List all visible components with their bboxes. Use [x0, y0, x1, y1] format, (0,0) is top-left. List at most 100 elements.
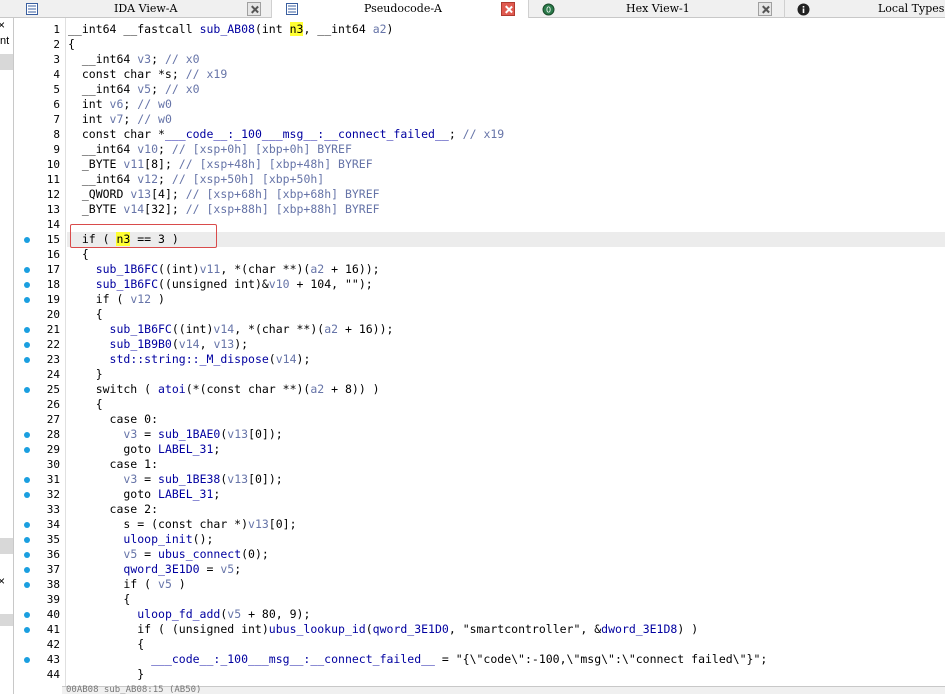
gutter-line[interactable]: 42 — [14, 637, 66, 652]
code-line[interactable]: goto LABEL_31; — [67, 487, 945, 502]
code-line[interactable]: int v6; // w0 — [67, 97, 945, 112]
code-line[interactable]: v5 = ubus_connect(0); — [67, 547, 945, 562]
gutter-line[interactable]: 44 — [14, 667, 66, 682]
gutter-line[interactable]: 15 — [14, 232, 66, 247]
breakpoint-dot-icon[interactable] — [24, 446, 30, 453]
tab-hex-view[interactable]: 0 Hex View-1 — [529, 0, 785, 18]
breakpoint-dot-icon[interactable] — [24, 296, 30, 303]
breakpoint-dot-icon[interactable] — [24, 431, 30, 438]
code-line[interactable]: __int64 __fastcall sub_AB08(int n3, __in… — [67, 22, 945, 37]
gutter-line[interactable]: 9 — [14, 142, 66, 157]
panel-row[interactable] — [0, 614, 13, 626]
panel-row[interactable] — [0, 54, 13, 70]
gutter-line[interactable]: 21 — [14, 322, 66, 337]
code-line[interactable]: { — [67, 592, 945, 607]
gutter-line[interactable]: 29 — [14, 442, 66, 457]
breakpoint-dot-icon[interactable] — [24, 491, 30, 498]
gutter-line[interactable]: 1 — [14, 22, 66, 37]
breakpoint-dot-icon[interactable] — [24, 566, 30, 573]
gutter-line[interactable]: 43 — [14, 652, 66, 667]
code-line[interactable]: _BYTE v14[32]; // [xsp+88h] [xbp+88h] BY… — [67, 202, 945, 217]
gutter-line[interactable]: 33 — [14, 502, 66, 517]
gutter-line[interactable]: 30 — [14, 457, 66, 472]
gutter-line[interactable]: 10 — [14, 157, 66, 172]
breakpoint-dot-icon[interactable] — [24, 236, 30, 243]
breakpoint-dot-icon[interactable] — [24, 626, 30, 633]
code-line[interactable]: __int64 v12; // [xsp+50h] [xbp+50h] — [67, 172, 945, 187]
code-line[interactable]: ___code__:_100___msg__:__connect_failed_… — [67, 652, 945, 667]
breakpoint-dot-icon[interactable] — [24, 656, 30, 663]
gutter-line[interactable]: 34 — [14, 517, 66, 532]
code-line[interactable]: if ( v12 ) — [67, 292, 945, 307]
code-line[interactable]: uloop_fd_add(v5 + 80, 9); — [67, 607, 945, 622]
gutter-line[interactable]: 2 — [14, 37, 66, 52]
code-line[interactable]: sub_1B6FC((unsigned int)&v10 + 104, ""); — [67, 277, 945, 292]
gutter-line[interactable]: 27 — [14, 412, 66, 427]
breakpoint-dot-icon[interactable] — [24, 386, 30, 393]
code-line[interactable]: std::string::_M_dispose(v14); — [67, 352, 945, 367]
breakpoint-dot-icon[interactable] — [24, 341, 30, 348]
gutter-line[interactable]: 4 — [14, 67, 66, 82]
gutter-line[interactable]: 39 — [14, 592, 66, 607]
code-line[interactable]: } — [67, 667, 945, 682]
gutter-line[interactable]: 20 — [14, 307, 66, 322]
gutter-line[interactable]: 38 — [14, 577, 66, 592]
code-line[interactable]: goto LABEL_31; — [67, 442, 945, 457]
code-line[interactable]: sub_1B6FC((int)v14, *(char **)(a2 + 16))… — [67, 322, 945, 337]
gutter-line[interactable]: 26 — [14, 397, 66, 412]
code-line[interactable]: v3 = sub_1BE38(v13[0]); — [67, 472, 945, 487]
gutter-line[interactable]: 40 — [14, 607, 66, 622]
breakpoint-dot-icon[interactable] — [24, 356, 30, 363]
gutter-line[interactable]: 24 — [14, 367, 66, 382]
close-icon[interactable]: × — [0, 574, 5, 588]
gutter-line[interactable]: 36 — [14, 547, 66, 562]
code-line[interactable]: _BYTE v11[8]; // [xsp+48h] [xbp+48h] BYR… — [67, 157, 945, 172]
gutter-line[interactable]: 11 — [14, 172, 66, 187]
gutter-line[interactable]: 7 — [14, 112, 66, 127]
code-line[interactable]: uloop_init(); — [67, 532, 945, 547]
gutter-line[interactable]: 37 — [14, 562, 66, 577]
code-line[interactable]: __int64 v5; // x0 — [67, 82, 945, 97]
gutter-line[interactable]: 32 — [14, 487, 66, 502]
code-line[interactable]: sub_1B6FC((int)v11, *(char **)(a2 + 16))… — [67, 262, 945, 277]
code-line[interactable]: qword_3E1D0 = v5; — [67, 562, 945, 577]
tab-ida-view[interactable]: IDA View-A — [22, 0, 272, 18]
breakpoint-dot-icon[interactable] — [24, 476, 30, 483]
gutter-line[interactable]: 23 — [14, 352, 66, 367]
breakpoint-dot-icon[interactable] — [24, 326, 30, 333]
close-icon[interactable] — [247, 2, 261, 16]
gutter-line[interactable]: 5 — [14, 82, 66, 97]
code-line[interactable]: __int64 v3; // x0 — [67, 52, 945, 67]
code-line[interactable]: const char *s; // x19 — [67, 67, 945, 82]
gutter-line[interactable]: 8 — [14, 127, 66, 142]
gutter-line[interactable]: 31 — [14, 472, 66, 487]
gutter-line[interactable]: 17 — [14, 262, 66, 277]
code-line[interactable]: } — [67, 367, 945, 382]
code-line[interactable]: switch ( atoi(*(const char **)(a2 + 8)) … — [67, 382, 945, 397]
breakpoint-dot-icon[interactable] — [24, 581, 30, 588]
close-icon[interactable]: × — [0, 18, 5, 32]
breakpoint-dot-icon[interactable] — [24, 611, 30, 618]
close-icon[interactable] — [758, 2, 772, 16]
close-icon[interactable] — [501, 2, 515, 16]
gutter-line[interactable]: 19 — [14, 292, 66, 307]
code-line[interactable]: int v7; // w0 — [67, 112, 945, 127]
code-line[interactable]: { — [67, 37, 945, 52]
gutter-line[interactable]: 28 — [14, 427, 66, 442]
code-line[interactable]: case 0: — [67, 412, 945, 427]
panel-row[interactable] — [0, 538, 13, 554]
code-line[interactable]: case 2: — [67, 502, 945, 517]
gutter-line[interactable]: 16 — [14, 247, 66, 262]
code-line[interactable]: _QWORD v13[4]; // [xsp+68h] [xbp+68h] BY… — [67, 187, 945, 202]
breakpoint-dot-icon[interactable] — [24, 536, 30, 543]
gutter-line[interactable]: 41 — [14, 622, 66, 637]
code-line[interactable]: __int64 v10; // [xsp+0h] [xbp+0h] BYREF — [67, 142, 945, 157]
code-line[interactable]: if ( (unsigned int)ubus_lookup_id(qword_… — [67, 622, 945, 637]
pseudocode-editor[interactable]: __int64 __fastcall sub_AB08(int n3, __in… — [67, 18, 945, 686]
breakpoint-dot-icon[interactable] — [24, 266, 30, 273]
gutter-line[interactable]: 35 — [14, 532, 66, 547]
code-line[interactable] — [67, 217, 945, 232]
code-line[interactable]: case 1: — [67, 457, 945, 472]
breakpoint-dot-icon[interactable] — [24, 551, 30, 558]
code-line[interactable]: const char *___code__:_100___msg__:__con… — [67, 127, 945, 142]
